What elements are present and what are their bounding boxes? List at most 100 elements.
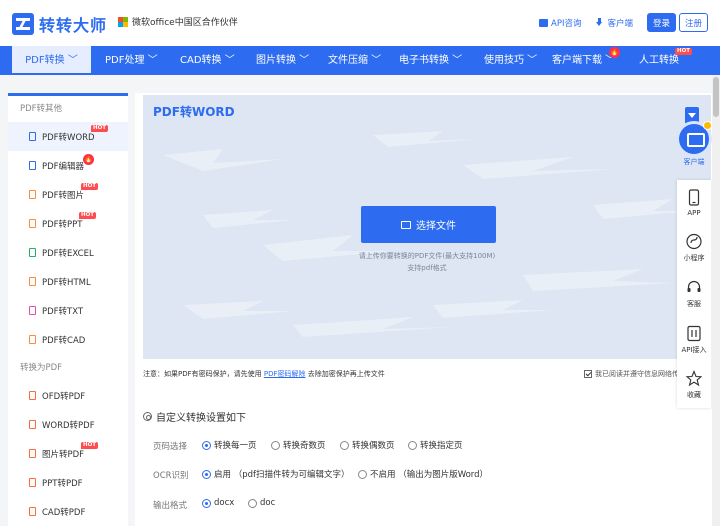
float-label: 客服 (687, 299, 701, 308)
download-corner-icon[interactable] (685, 107, 699, 124)
sidebar-section-pdf-to-other: PDF转其他 (20, 104, 63, 114)
main-panel: PDF转WORD 选择文件 请上传你要转换的PDF文件(最大支持100M) 支持… (135, 93, 712, 526)
file-icon (29, 248, 36, 257)
sidebar-item-pdf-to-excel[interactable]: PDF转EXCEL (8, 238, 128, 267)
radio-dot (202, 440, 211, 450)
sidebar-item-pdf-to-html[interactable]: PDF转HTML (8, 267, 128, 296)
float-api-access[interactable]: API接入 (677, 317, 711, 363)
sidebar-item-label: 图片转PDF (42, 449, 85, 460)
sidebar-item-pdf-to-txt[interactable]: PDF转TXT (8, 296, 128, 325)
header-actions: API咨询 客户端 登录 注册 (539, 13, 720, 32)
upload-format-hint: 支持pdf格式 (407, 264, 447, 272)
radio-label: 转换奇数页 (283, 441, 326, 451)
mini-program-icon (686, 234, 702, 250)
file-icon (29, 132, 36, 141)
api-icon (687, 325, 701, 341)
phone-icon (688, 189, 700, 206)
file-icon (29, 420, 36, 429)
sidebar: PDF转其他 PDF转WORD HOT PDF编辑器 🔥 PDF转图片 HOT … (8, 93, 128, 526)
radio-ocr-disable[interactable]: 不启用 （输出为图片版Word） (358, 468, 488, 480)
radio-label: 不启用 （输出为图片版Word） (370, 470, 489, 480)
radio-specified-pages[interactable]: 转换指定页 (408, 439, 463, 451)
sidebar-item-image-to-pdf[interactable]: 图片转PDF HOT (8, 439, 128, 468)
partner-badge: 微软office中国区合作伙伴 (118, 15, 238, 28)
float-toolbar: APP 小程序 客服 API接入 收藏 (677, 180, 711, 408)
radio-dot (358, 469, 367, 479)
sidebar-item-ppt-to-pdf[interactable]: PPT转PDF (8, 468, 128, 497)
choose-file-button[interactable]: 选择文件 (361, 206, 496, 243)
file-icon (29, 335, 36, 344)
page-select-label: 页码选择 (153, 442, 188, 452)
choose-file-label: 选择文件 (416, 221, 456, 232)
radio-even-pages[interactable]: 转换偶数页 (340, 439, 395, 451)
radio-dot (202, 498, 211, 508)
scroll-thumb[interactable] (713, 77, 719, 117)
pdf-password-remove-link[interactable]: PDF密码解除 (264, 370, 306, 378)
register-button[interactable]: 注册 (679, 13, 708, 32)
hot-badge: HOT (81, 183, 99, 190)
nav-manual-convert[interactable]: 人工转换 (639, 46, 679, 75)
sidebar-item-pdf-to-word[interactable]: PDF转WORD HOT (8, 122, 128, 151)
notice-suffix: 去除加密保护再上传文件 (307, 370, 385, 378)
sidebar-item-pdf-to-cad[interactable]: PDF转CAD (8, 325, 128, 354)
radio-odd-pages[interactable]: 转换奇数页 (271, 439, 326, 451)
float-mini-program[interactable]: 小程序 (677, 226, 711, 272)
hot-badge: HOT (91, 125, 109, 132)
radio-ocr-enable[interactable]: 启用 （pdf扫描件转为可编辑文字） (202, 468, 350, 480)
nav-client-download[interactable]: 客户端下载 ﹀ (552, 46, 615, 75)
settings-title: 自定义转换设置如下 (143, 409, 246, 424)
float-label: APP (687, 208, 701, 217)
agree-checkbox[interactable] (584, 370, 592, 378)
file-icon (29, 190, 36, 199)
sidebar-item-label: PDF编辑器 (42, 161, 85, 172)
sidebar-item-cad-to-pdf[interactable]: CAD转PDF (8, 497, 128, 526)
sidebar-section-to-pdf: 转换为PDF (20, 363, 63, 373)
upload-dropzone[interactable]: PDF转WORD 选择文件 请上传你要转换的PDF文件(最大支持100M) 支持… (143, 95, 711, 359)
nav-ebook-convert[interactable]: 电子书转换 ﹀ (399, 46, 462, 75)
api-consult-label: API咨询 (551, 18, 582, 29)
radio-dot (408, 440, 417, 450)
login-button[interactable]: 登录 (647, 13, 676, 32)
sidebar-item-pdf-to-image[interactable]: PDF转图片 HOT (8, 180, 128, 209)
client-download-label: 客户端 (607, 18, 633, 29)
nav-file-compress[interactable]: 文件压缩 ﹀ (328, 46, 381, 75)
sidebar-item-label: PPT转PDF (42, 478, 83, 489)
nav-cad-convert[interactable]: CAD转换 ﹀ (180, 46, 235, 75)
monitor-icon (29, 161, 36, 170)
float-app[interactable]: APP (677, 180, 711, 226)
api-consult-link[interactable]: API咨询 (539, 17, 581, 29)
radio-dot (340, 440, 349, 450)
file-icon (29, 277, 36, 286)
nav-pdf-process[interactable]: PDF处理 ﹀ (105, 46, 158, 75)
file-icon (29, 449, 36, 458)
radio-format-doc[interactable]: doc (248, 498, 275, 508)
radio-label: 启用 （pdf扫描件转为可编辑文字） (214, 470, 350, 480)
float-customer-service[interactable]: 客服 (677, 271, 711, 317)
page-scrollbar[interactable] (712, 75, 720, 526)
float-client-button[interactable]: 客户端 (677, 121, 712, 167)
sidebar-item-pdf-editor[interactable]: PDF编辑器 🔥 (8, 151, 128, 180)
sidebar-item-ofd-to-pdf[interactable]: OFD转PDF (8, 381, 128, 410)
settings-title-text: 自定义转换设置如下 (156, 413, 246, 424)
radio-format-docx[interactable]: docx (202, 498, 234, 508)
site-logo[interactable]: 转转大师 (12, 12, 107, 36)
nav-pdf-convert[interactable]: PDF转换 ﹀ (12, 46, 91, 75)
sidebar-item-label: PDF转PPT (42, 219, 83, 230)
nav-tips[interactable]: 使用技巧 ﹀ (484, 46, 537, 75)
sidebar-item-label: PDF转WORD (42, 132, 95, 143)
radio-dot (248, 498, 257, 508)
sidebar-item-word-to-pdf[interactable]: WORD转PDF (8, 410, 128, 439)
file-icon (29, 478, 36, 487)
client-download-link[interactable]: 客户端 (595, 17, 633, 29)
nav-image-convert[interactable]: 图片转换 ﹀ (256, 46, 309, 75)
radio-every-page[interactable]: 转换每一页 (202, 439, 257, 451)
gear-icon (143, 412, 152, 421)
sidebar-item-label: PDF转CAD (42, 335, 86, 346)
hot-badge: HOT (81, 442, 99, 449)
upload-title: PDF转WORD (153, 105, 235, 119)
sidebar-item-pdf-to-ppt[interactable]: PDF转PPT HOT (8, 209, 128, 238)
fire-badge-icon: 🔥 (83, 154, 94, 165)
folder-icon (401, 220, 411, 229)
float-favorite[interactable]: 收藏 (677, 362, 711, 408)
top-header: 转转大师 微软office中国区合作伙伴 API咨询 客户端 登录 注册 (0, 0, 720, 46)
